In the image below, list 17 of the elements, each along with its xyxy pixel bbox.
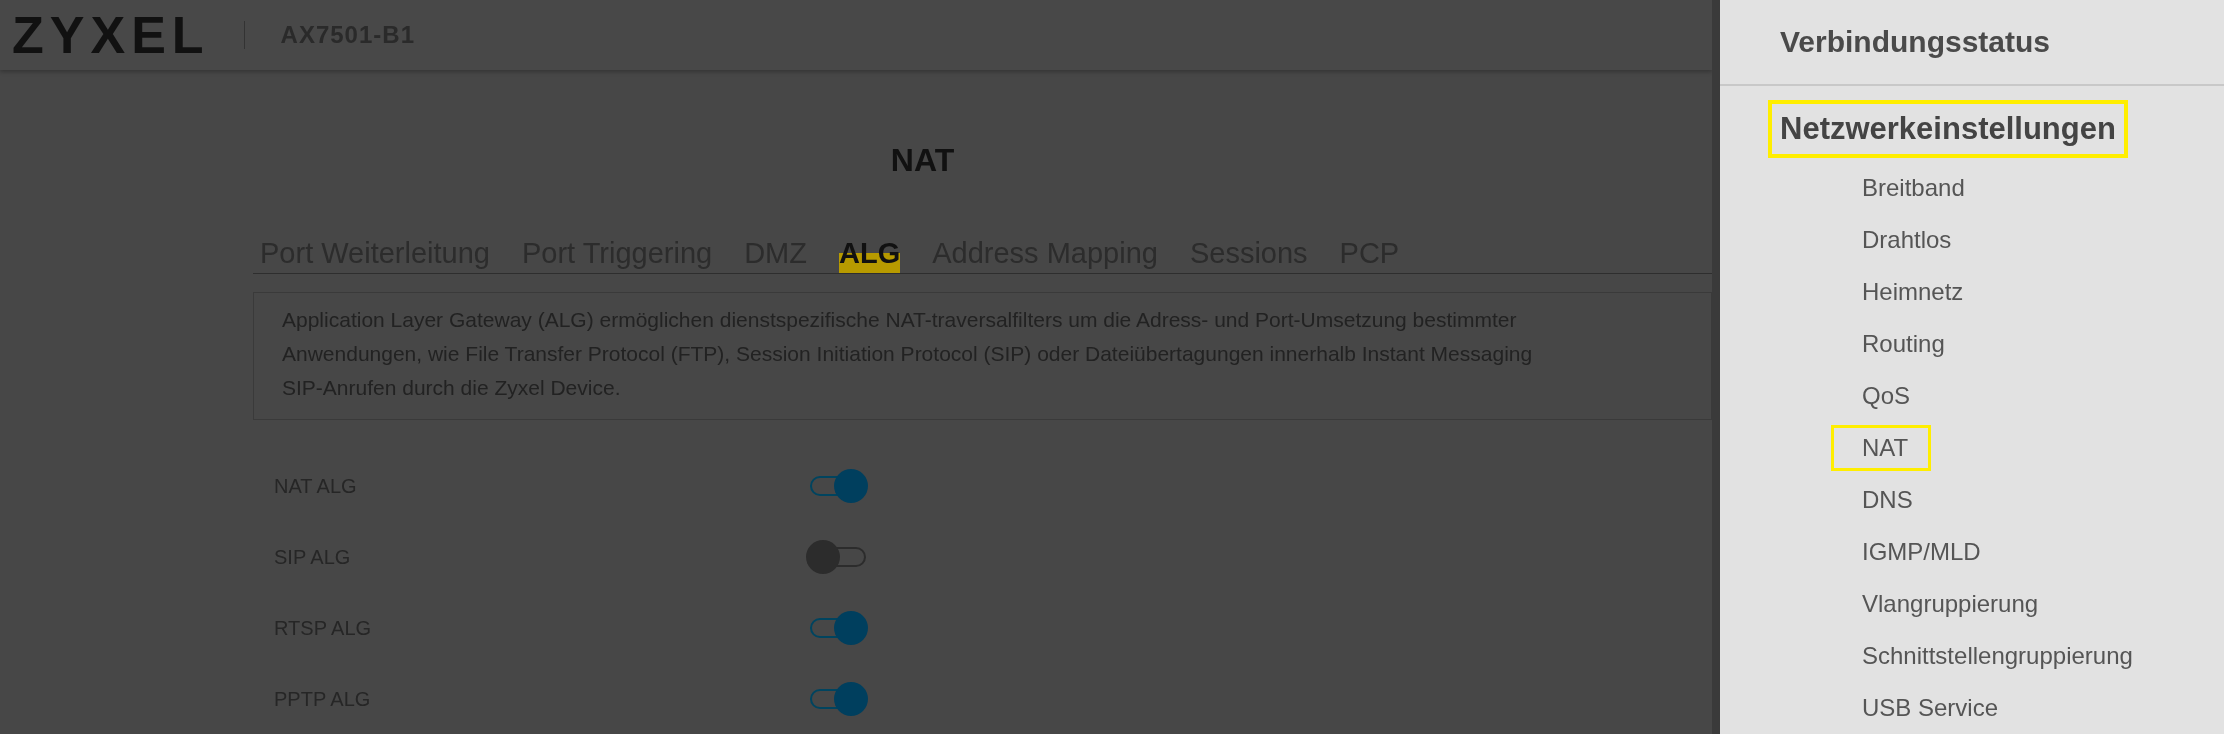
menu-item[interactable]: QoS xyxy=(1831,373,1934,419)
menu-item[interactable]: Heimnetz xyxy=(1831,269,1987,315)
menu-item[interactable]: Schnittstellengruppierung xyxy=(1831,633,2156,679)
toggle-switch[interactable] xyxy=(810,468,868,503)
menu-item[interactable]: NAT xyxy=(1831,425,1932,471)
brand-logo: ZYXEL xyxy=(12,9,210,61)
toggle-switch[interactable] xyxy=(810,610,868,645)
menu-item[interactable]: USB Service xyxy=(1831,685,2022,731)
menu-item[interactable]: DNS xyxy=(1831,477,1936,523)
menu-item[interactable]: Routing xyxy=(1831,321,1968,367)
toggle-switch[interactable] xyxy=(810,681,868,716)
menu-item[interactable]: Verbindungsstatus xyxy=(1780,19,2051,65)
menu-item[interactable]: Vlangruppierung xyxy=(1831,581,2062,627)
menu-item[interactable]: Breitband xyxy=(1831,165,1988,211)
menu-item[interactable]: Drahtlos xyxy=(1831,217,1975,263)
menu-item[interactable]: IGMP/MLD xyxy=(1831,529,2004,575)
menu-section[interactable]: Netzwerkeinstellungen xyxy=(1768,99,2128,158)
